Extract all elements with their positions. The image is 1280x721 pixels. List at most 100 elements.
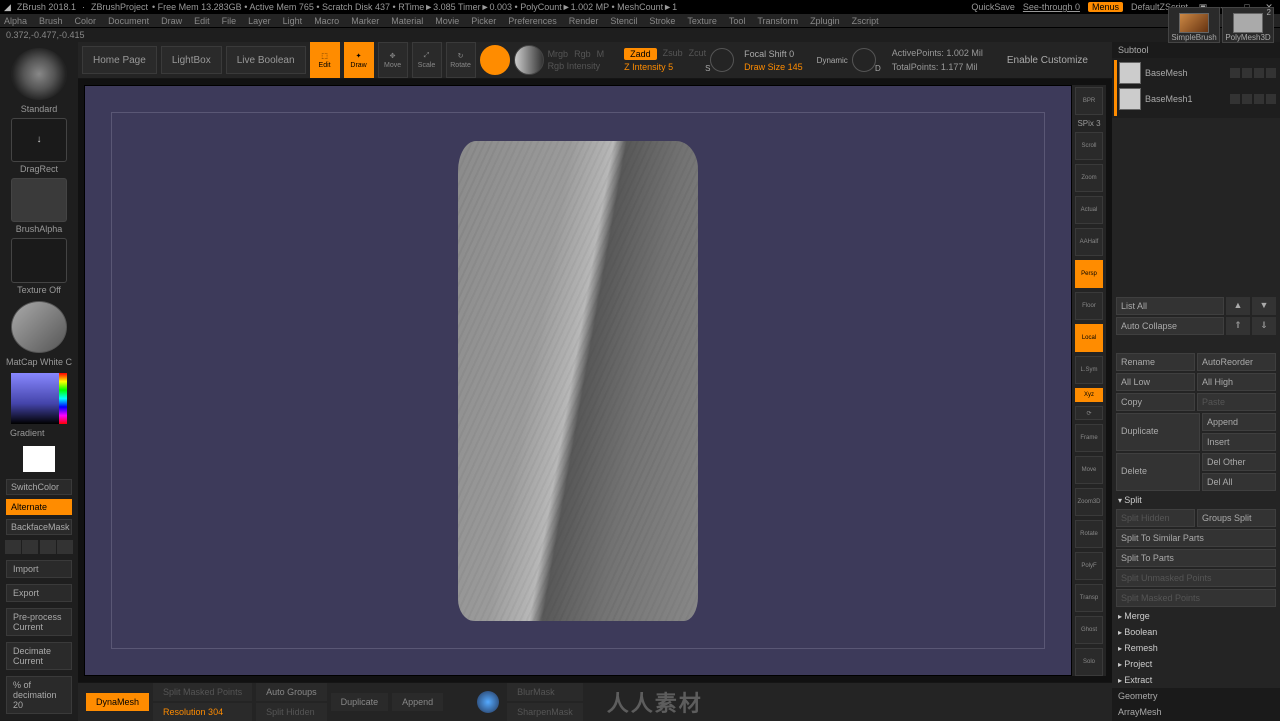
texture-preview[interactable] bbox=[11, 238, 67, 282]
splitsimilar-button[interactable]: Split To Similar Parts bbox=[1116, 529, 1276, 547]
rotate-view-button[interactable]: Rotate bbox=[1075, 520, 1103, 548]
local-button[interactable]: Local bbox=[1075, 324, 1103, 352]
extract-section[interactable]: Extract bbox=[1112, 672, 1280, 688]
gradient-label[interactable]: Gradient bbox=[4, 428, 74, 438]
move-mode-button[interactable]: ✥Move bbox=[378, 42, 408, 78]
zadd-toggle[interactable]: Zadd bbox=[624, 48, 657, 60]
rename-button[interactable]: Rename bbox=[1116, 353, 1195, 371]
draw-mode-button[interactable]: ✦Draw bbox=[344, 42, 374, 78]
ghost-button[interactable]: Ghost bbox=[1075, 616, 1103, 644]
down-icon[interactable]: ▼ bbox=[1252, 297, 1276, 315]
rgb-intensity-slider[interactable]: Rgb Intensity bbox=[548, 61, 605, 71]
duplicate-button[interactable]: Duplicate bbox=[331, 693, 389, 711]
menu-picker[interactable]: Picker bbox=[471, 16, 496, 26]
splithidden-button[interactable]: Split Hidden bbox=[256, 703, 327, 721]
stroke-preview[interactable]: ↓ bbox=[11, 118, 67, 162]
menu-zplugin[interactable]: Zplugin bbox=[810, 16, 840, 26]
persp-button[interactable]: Persp bbox=[1075, 260, 1103, 288]
project-section[interactable]: Project bbox=[1112, 656, 1280, 672]
resolution-slider[interactable]: Resolution 304 bbox=[153, 703, 252, 721]
enable-customize-button[interactable]: Enable Customize bbox=[1007, 55, 1088, 66]
delall-button[interactable]: Del All bbox=[1202, 473, 1276, 491]
append-button[interactable]: Append bbox=[392, 693, 443, 711]
rotate-mode-button[interactable]: ↻Rotate bbox=[446, 42, 476, 78]
frame-button[interactable]: Frame bbox=[1075, 424, 1103, 452]
menu-brush[interactable]: Brush bbox=[39, 16, 63, 26]
menu-edit[interactable]: Edit bbox=[194, 16, 210, 26]
menu-transform[interactable]: Transform bbox=[757, 16, 798, 26]
groupssplit-button[interactable]: Groups Split bbox=[1197, 509, 1276, 527]
move-view-button[interactable]: Move bbox=[1075, 456, 1103, 484]
menu-document[interactable]: Document bbox=[108, 16, 149, 26]
material-preview[interactable] bbox=[11, 301, 67, 353]
transp-button[interactable]: Transp bbox=[1075, 584, 1103, 612]
move-up-icon[interactable]: ⇑ bbox=[1226, 317, 1250, 335]
menu-movie[interactable]: Movie bbox=[435, 16, 459, 26]
menu-preferences[interactable]: Preferences bbox=[508, 16, 557, 26]
lazy-mouse-icons[interactable] bbox=[4, 540, 74, 554]
menu-macro[interactable]: Macro bbox=[314, 16, 339, 26]
actual-button[interactable]: Actual bbox=[1075, 196, 1103, 224]
menu-stencil[interactable]: Stencil bbox=[610, 16, 637, 26]
backfacemask-button[interactable]: BackfaceMask bbox=[6, 519, 72, 535]
menu-layer[interactable]: Layer bbox=[248, 16, 271, 26]
menu-color[interactable]: Color bbox=[75, 16, 97, 26]
menu-marker[interactable]: Marker bbox=[351, 16, 379, 26]
append-subtool-button[interactable]: Append bbox=[1202, 413, 1276, 431]
polyf-button[interactable]: PolyF bbox=[1075, 552, 1103, 580]
viewport[interactable] bbox=[84, 85, 1072, 676]
brush-preview[interactable] bbox=[11, 48, 67, 100]
focal-shift-slider[interactable]: Focal Shift 0 bbox=[744, 49, 803, 59]
quicksave-button[interactable]: QuickSave bbox=[971, 2, 1015, 12]
delother-button[interactable]: Del Other bbox=[1202, 453, 1276, 471]
splitparts-button[interactable]: Split To Parts bbox=[1116, 549, 1276, 567]
split-section[interactable]: Split bbox=[1112, 492, 1280, 508]
scroll-button[interactable]: Scroll bbox=[1075, 132, 1103, 160]
menu-light[interactable]: Light bbox=[283, 16, 303, 26]
rgb-toggle[interactable]: Rgb bbox=[574, 49, 591, 59]
autocollapse-button[interactable]: Auto Collapse bbox=[1116, 317, 1224, 335]
zoom3d-button[interactable]: Zoom3D bbox=[1075, 488, 1103, 516]
alpha-preview[interactable] bbox=[11, 178, 67, 222]
m-toggle[interactable]: M bbox=[597, 49, 605, 59]
lightbox-button[interactable]: LightBox bbox=[161, 46, 222, 74]
decimation-pct[interactable]: % of decimation 20 bbox=[6, 676, 72, 714]
live-boolean-button[interactable]: Live Boolean bbox=[226, 46, 306, 74]
menu-stroke[interactable]: Stroke bbox=[649, 16, 675, 26]
scale-mode-button[interactable]: ⤢Scale bbox=[412, 42, 442, 78]
mrgb-toggle[interactable]: Mrgb bbox=[548, 49, 569, 59]
floor-button[interactable]: Floor bbox=[1075, 292, 1103, 320]
copy-button[interactable]: Copy bbox=[1116, 393, 1195, 411]
menu-file[interactable]: File bbox=[222, 16, 237, 26]
splitunmasked-button[interactable]: Split Unmasked Points bbox=[1116, 569, 1276, 587]
blurmask-button[interactable]: BlurMask bbox=[507, 683, 583, 701]
zintensity-slider[interactable]: Z Intensity 5 bbox=[624, 62, 706, 72]
up-icon[interactable]: ▲ bbox=[1226, 297, 1250, 315]
color-swatch[interactable] bbox=[23, 446, 55, 472]
spix-label[interactable]: SPix 3 bbox=[1077, 119, 1100, 128]
duplicate-subtool-button[interactable]: Duplicate bbox=[1116, 413, 1200, 451]
tool-simplebrush[interactable]: SimpleBrush bbox=[1168, 7, 1220, 43]
extra-button[interactable]: ⟳ bbox=[1075, 406, 1103, 420]
export-button[interactable]: Export bbox=[6, 584, 72, 602]
split-masked-button[interactable]: Split Masked Points bbox=[153, 683, 252, 701]
subtool-row[interactable]: BaseMesh bbox=[1117, 60, 1278, 86]
edit-mode-button[interactable]: ⬚Edit bbox=[310, 42, 340, 78]
zsub-toggle[interactable]: Zsub bbox=[663, 48, 683, 60]
paste-button[interactable]: Paste bbox=[1197, 393, 1276, 411]
menu-material[interactable]: Material bbox=[391, 16, 423, 26]
solo-button[interactable]: Solo bbox=[1075, 648, 1103, 676]
delete-button[interactable]: Delete bbox=[1116, 453, 1200, 491]
home-page-button[interactable]: Home Page bbox=[82, 46, 157, 74]
subtool-header[interactable]: Subtool bbox=[1112, 42, 1280, 58]
autogroups-button[interactable]: Auto Groups bbox=[256, 683, 327, 701]
menu-zscript[interactable]: Zscript bbox=[852, 16, 879, 26]
insert-button[interactable]: Insert bbox=[1202, 433, 1276, 451]
color-picker[interactable] bbox=[11, 373, 67, 425]
bpr-button[interactable]: BPR bbox=[1075, 87, 1103, 115]
switchcolor-button[interactable]: SwitchColor bbox=[6, 479, 72, 495]
dynamic-toggle[interactable]: Dynamic bbox=[817, 56, 848, 65]
autoreorder-button[interactable]: AutoReorder bbox=[1197, 353, 1276, 371]
splitmasked-button[interactable]: Split Masked Points bbox=[1116, 589, 1276, 607]
preprocess-button[interactable]: Pre-process Current bbox=[6, 608, 72, 636]
